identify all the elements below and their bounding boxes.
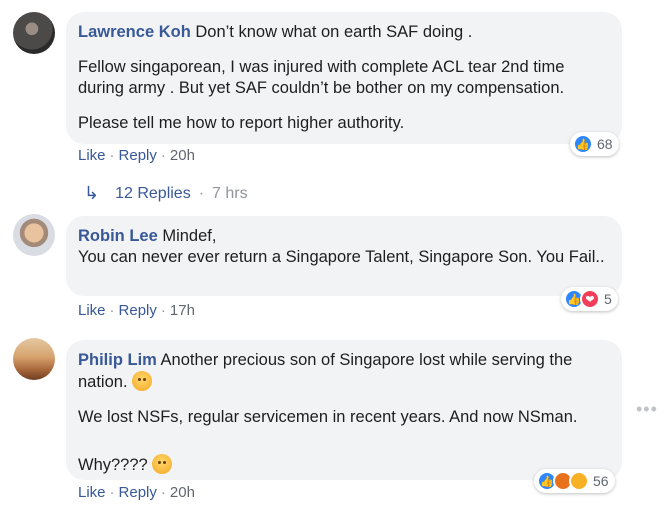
- avatar[interactable]: [13, 338, 55, 380]
- like-link[interactable]: Like: [78, 147, 106, 164]
- love-reaction-icon: ❤: [580, 289, 600, 309]
- replies-count[interactable]: 12 Replies: [115, 185, 191, 203]
- sad-emoji-icon: [132, 371, 153, 391]
- separator: ·: [160, 147, 166, 164]
- avatar[interactable]: [13, 214, 55, 256]
- more-options-icon[interactable]: •••: [636, 399, 658, 420]
- avatar[interactable]: [13, 12, 55, 54]
- comment-text: You can never ever return a Singapore Ta…: [78, 248, 605, 266]
- sad-reaction-icon: [569, 471, 589, 491]
- timestamp[interactable]: 17h: [170, 302, 195, 319]
- comment-text: Please tell me how to report higher auth…: [78, 114, 405, 132]
- comment-actions: Like · Reply · 20h: [78, 484, 195, 501]
- comment-text: Why????: [78, 456, 153, 474]
- timestamp[interactable]: 20h: [170, 147, 195, 164]
- like-reaction-icon: 👍: [573, 134, 593, 154]
- reaction-count: 68: [597, 136, 613, 152]
- comment-actions: Like · Reply · 20h: [78, 147, 195, 164]
- reaction-summary[interactable]: 👍 ❤ 5: [561, 287, 618, 311]
- comment-actions: Like · Reply · 17h: [78, 302, 195, 319]
- comment-thread: Lawrence Koh Don’t know what on earth SA…: [0, 0, 672, 512]
- separator: ·: [109, 302, 115, 319]
- like-link[interactable]: Like: [78, 302, 106, 319]
- reaction-count: 56: [593, 473, 609, 489]
- author-name[interactable]: Robin Lee: [78, 227, 158, 245]
- replies-time: 7 hrs: [212, 184, 248, 202]
- comment-text: Fellow singaporean, I was injured with c…: [78, 58, 565, 97]
- reply-link[interactable]: Reply: [119, 147, 157, 164]
- comment-bubble: Robin Lee Mindef, You can never ever ret…: [66, 216, 622, 296]
- separator: ·: [160, 302, 166, 319]
- view-replies-link[interactable]: ↳ 12 Replies · 7 hrs: [84, 183, 248, 204]
- comment-text: Mindef,: [157, 227, 217, 245]
- reply-link[interactable]: Reply: [119, 302, 157, 319]
- separator: ·: [109, 484, 115, 501]
- separator: ·: [109, 147, 115, 164]
- comment-bubble: Lawrence Koh Don’t know what on earth SA…: [66, 12, 622, 144]
- reply-link[interactable]: Reply: [119, 484, 157, 501]
- author-name[interactable]: Lawrence Koh: [78, 23, 191, 41]
- reaction-summary[interactable]: 👍 56: [534, 469, 615, 493]
- reaction-count: 5: [604, 291, 612, 307]
- crying-emoji-icon: [152, 454, 173, 474]
- author-name[interactable]: Philip Lim: [78, 351, 157, 369]
- comment-text: We lost NSFs, regular servicemen in rece…: [78, 408, 578, 426]
- separator: ·: [198, 184, 205, 202]
- timestamp[interactable]: 20h: [170, 484, 195, 501]
- comment-text: Don’t know what on earth SAF doing .: [190, 23, 473, 41]
- separator: ·: [160, 484, 166, 501]
- like-link[interactable]: Like: [78, 484, 106, 501]
- reply-arrow-icon: ↳: [84, 183, 100, 203]
- comment-bubble: Philip Lim Another precious son of Singa…: [66, 340, 622, 480]
- reaction-summary[interactable]: 👍 68: [570, 132, 619, 156]
